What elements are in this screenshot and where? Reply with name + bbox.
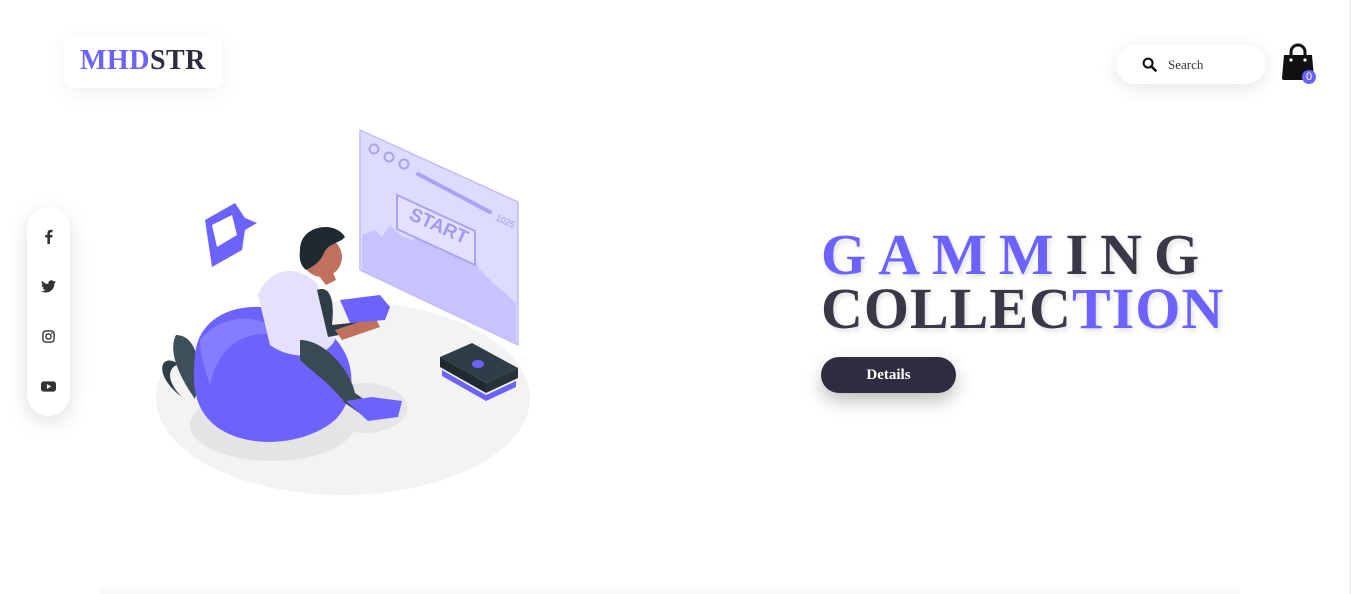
search-box[interactable] — [1116, 45, 1266, 84]
instagram-icon[interactable] — [40, 328, 57, 345]
details-button[interactable]: Details — [821, 357, 956, 393]
hero-title-line2-rest: COLLEC — [821, 276, 1072, 341]
brand-logo[interactable]: MHDSTR — [64, 34, 222, 88]
brand-logo-part1: MHD — [80, 45, 150, 76]
search-icon[interactable] — [1140, 56, 1158, 74]
cart-count-badge: 0 — [1302, 70, 1316, 84]
hero-title-line2: COLLECTION — [821, 280, 1224, 338]
hero-title-line2-accent: TION — [1071, 276, 1225, 341]
facebook-icon[interactable] — [40, 228, 57, 245]
twitter-icon[interactable] — [40, 278, 57, 295]
section-divider — [100, 584, 1240, 594]
gaming-illustration: START 1025 — [150, 125, 540, 500]
social-sidebar — [27, 207, 70, 416]
search-input[interactable] — [1168, 56, 1258, 73]
youtube-icon[interactable] — [40, 378, 57, 395]
cart-button[interactable]: 0 — [1281, 43, 1321, 87]
hero-title-line1: GAMMING — [821, 226, 1224, 284]
brand-logo-part2: STR — [149, 45, 206, 76]
hero-title: GAMMING COLLECTION — [821, 226, 1224, 338]
